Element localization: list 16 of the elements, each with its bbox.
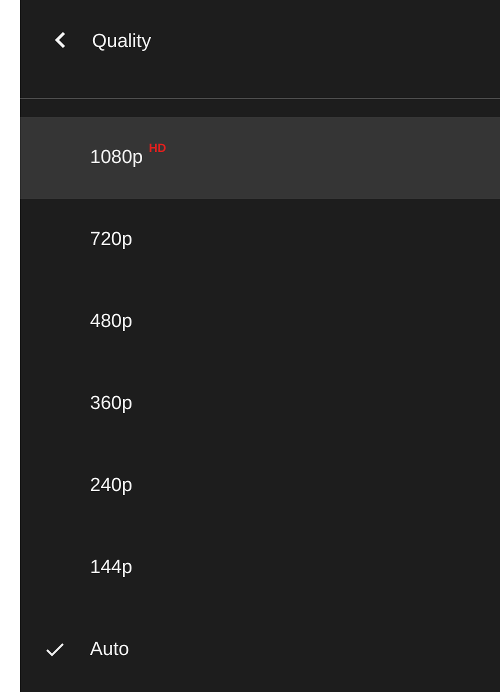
option-label: 240p — [90, 475, 132, 497]
option-label: Auto — [90, 639, 130, 661]
quality-option[interactable]: Auto — [20, 609, 500, 691]
quality-option[interactable]: 1080p HD — [20, 117, 500, 199]
menu-title: Quality — [92, 30, 152, 54]
quality-option[interactable]: 720p — [20, 199, 500, 281]
quality-option[interactable]: 240p — [20, 445, 500, 527]
quality-option[interactable]: 480p — [20, 281, 500, 363]
quality-option[interactable]: 360p — [20, 363, 500, 445]
chevron-left-icon — [54, 31, 66, 49]
option-label: 720p — [90, 229, 132, 251]
hd-label: HD — [148, 141, 166, 155]
option-label: 360p — [90, 393, 132, 415]
option-label: 144p — [90, 557, 132, 579]
quality-option[interactable]: 144p — [20, 527, 500, 609]
option-label: 480p — [90, 311, 132, 333]
